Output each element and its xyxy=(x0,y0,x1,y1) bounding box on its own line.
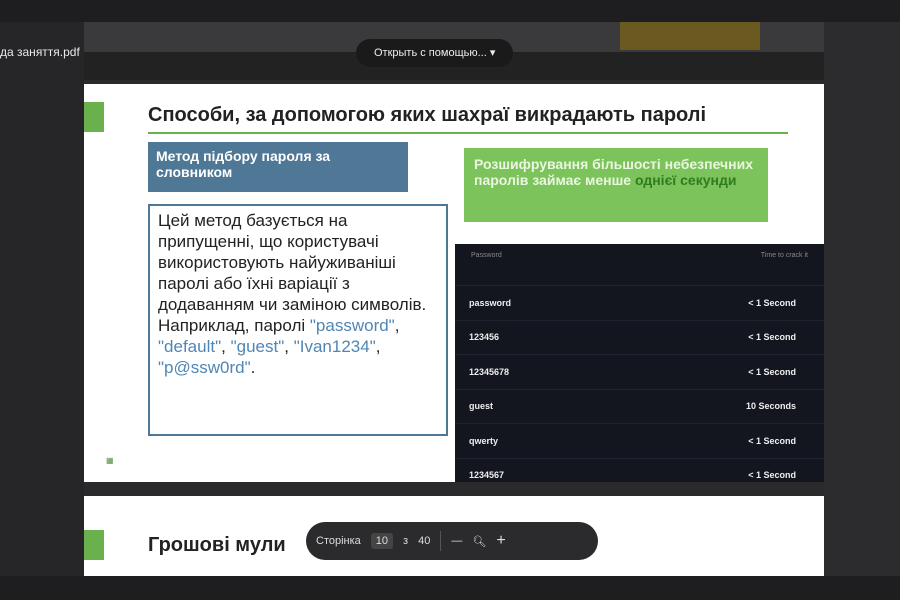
table-row: 12345678 < 1 Second xyxy=(455,354,824,389)
cell: 123456 xyxy=(469,332,500,343)
left-panel xyxy=(0,22,84,582)
green-marker xyxy=(84,102,104,132)
top-bar xyxy=(0,0,900,22)
cell: < 1 Second xyxy=(748,366,796,377)
logo: ▦ xyxy=(106,456,114,465)
sep: , xyxy=(375,337,381,356)
open-with-button[interactable]: Открыть с помощью... ▾ xyxy=(356,39,514,67)
page-label: Сторінка xyxy=(316,535,361,547)
sep: , xyxy=(394,316,400,335)
slide-title: Способи, за допомогою яких шахраї викрад… xyxy=(148,104,707,126)
header-password: Password xyxy=(471,252,502,259)
zoom-in-button[interactable]: + xyxy=(496,532,505,550)
zoom-icon[interactable]: 🔍︎ xyxy=(472,535,486,548)
bottom-bar xyxy=(0,576,900,600)
thumbnail xyxy=(620,22,760,50)
cell: 1234567 xyxy=(469,470,505,481)
example: "guest" xyxy=(230,337,285,356)
sep: . xyxy=(250,358,256,377)
example: "password" xyxy=(309,316,395,335)
method-title: Метод підбору пароля за словником xyxy=(148,142,408,192)
slide-title-2: Грошові мули xyxy=(148,534,286,556)
example: "default" xyxy=(158,337,222,356)
cell: guest xyxy=(469,401,494,412)
sep: , xyxy=(284,337,294,356)
cell: 12345678 xyxy=(469,366,510,377)
cell: < 1 Second xyxy=(748,332,796,343)
cell: password xyxy=(469,297,512,308)
title-underline xyxy=(148,132,788,134)
cell: < 1 Second xyxy=(748,435,796,446)
right-panel xyxy=(824,22,900,582)
table-row: guest 10 Seconds xyxy=(455,388,824,424)
zoom-out-button[interactable]: — xyxy=(451,535,462,547)
slide-page: Способи, за допомогою яких шахраї викрад… xyxy=(84,84,824,482)
header-time: Time to crack it xyxy=(760,252,808,259)
page-total: 40 xyxy=(418,535,431,547)
example: "Ivan1234" xyxy=(293,337,376,356)
page-input[interactable]: 10 xyxy=(370,533,394,549)
table-row: 1234567 < 1 Second xyxy=(455,457,824,493)
table-row: password < 1 Second xyxy=(455,285,824,320)
cell: < 1 Second xyxy=(748,297,796,308)
cell: 10 Seconds xyxy=(745,401,796,412)
cell: < 1 Second xyxy=(748,470,796,481)
cell: qwerty xyxy=(469,435,499,446)
password-table: Password Time to crack it password < 1 Sec… xyxy=(455,244,824,482)
sep: , xyxy=(221,337,226,356)
example: "p@ssw0rd" xyxy=(158,358,251,377)
file-name: да заняття.pdf xyxy=(0,45,80,59)
info-highlight: однієї секунди xyxy=(634,172,737,188)
page-toolbar: Сторінка 10 з 40 — 🔍︎ + xyxy=(306,522,598,560)
info-box: Розшифрування більшості небезпечних паро… xyxy=(464,148,768,222)
table-row: qwerty < 1 Second xyxy=(455,423,824,458)
method-description: Цей метод базується на припущенні, що ко… xyxy=(148,204,448,436)
table-row: 123456 < 1 Second xyxy=(455,319,824,355)
of-label: з xyxy=(403,535,409,547)
divider xyxy=(440,531,442,551)
green-marker xyxy=(84,530,104,560)
